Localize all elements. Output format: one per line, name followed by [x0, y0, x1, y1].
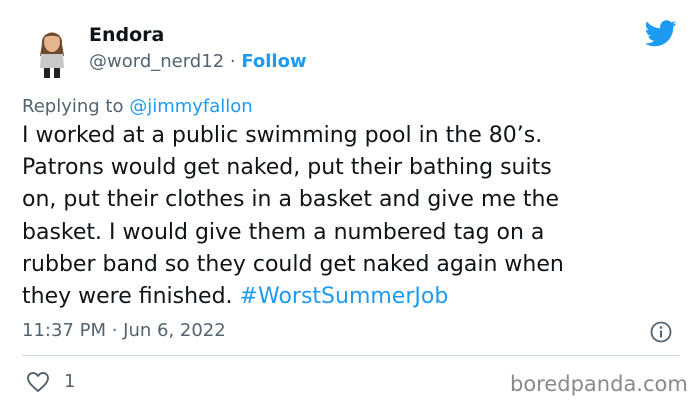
handle-separator: · [224, 51, 242, 72]
tweet-body-line: Patrons would get naked, put their bathi… [22, 155, 552, 181]
twitter-bird-icon[interactable] [645, 20, 677, 47]
replying-to: Replying to @jimmyfallon [22, 96, 253, 117]
info-icon[interactable] [650, 321, 672, 343]
tweet-body-line: on, put their clothes in a basket and gi… [22, 187, 560, 213]
author-handle[interactable]: @word_nerd12 [89, 51, 224, 72]
replying-prefix: Replying to [22, 96, 130, 117]
tweet-body-line: rubber band so they could get naked agai… [22, 251, 564, 277]
tweet-body-last-line: they were finished. #WorstSummerJob [22, 281, 682, 313]
tweet-body-line: I worked at a public swimming pool in th… [22, 123, 543, 148]
display-name[interactable]: Endora [89, 24, 164, 46]
avatar[interactable] [26, 22, 78, 80]
like-count: 1 [64, 371, 76, 392]
follow-button[interactable]: Follow [241, 51, 306, 72]
divider [22, 355, 680, 356]
tweet-body: I worked at a public swimming pool in th… [22, 120, 682, 313]
tweet-timestamp[interactable]: 11:37 PM · Jun 6, 2022 [22, 320, 226, 341]
tweet-body-line: they were finished. [22, 284, 240, 310]
watermark: boredpanda.com [510, 372, 688, 396]
tweet-body-line: basket. I would give them a numbered tag… [22, 219, 545, 245]
hashtag-link[interactable]: #WorstSummerJob [240, 284, 449, 309]
author-handle-row: @word_nerd12 · Follow [89, 51, 307, 72]
heart-icon[interactable] [26, 371, 50, 393]
reply-mention-link[interactable]: @jimmyfallon [129, 96, 253, 117]
